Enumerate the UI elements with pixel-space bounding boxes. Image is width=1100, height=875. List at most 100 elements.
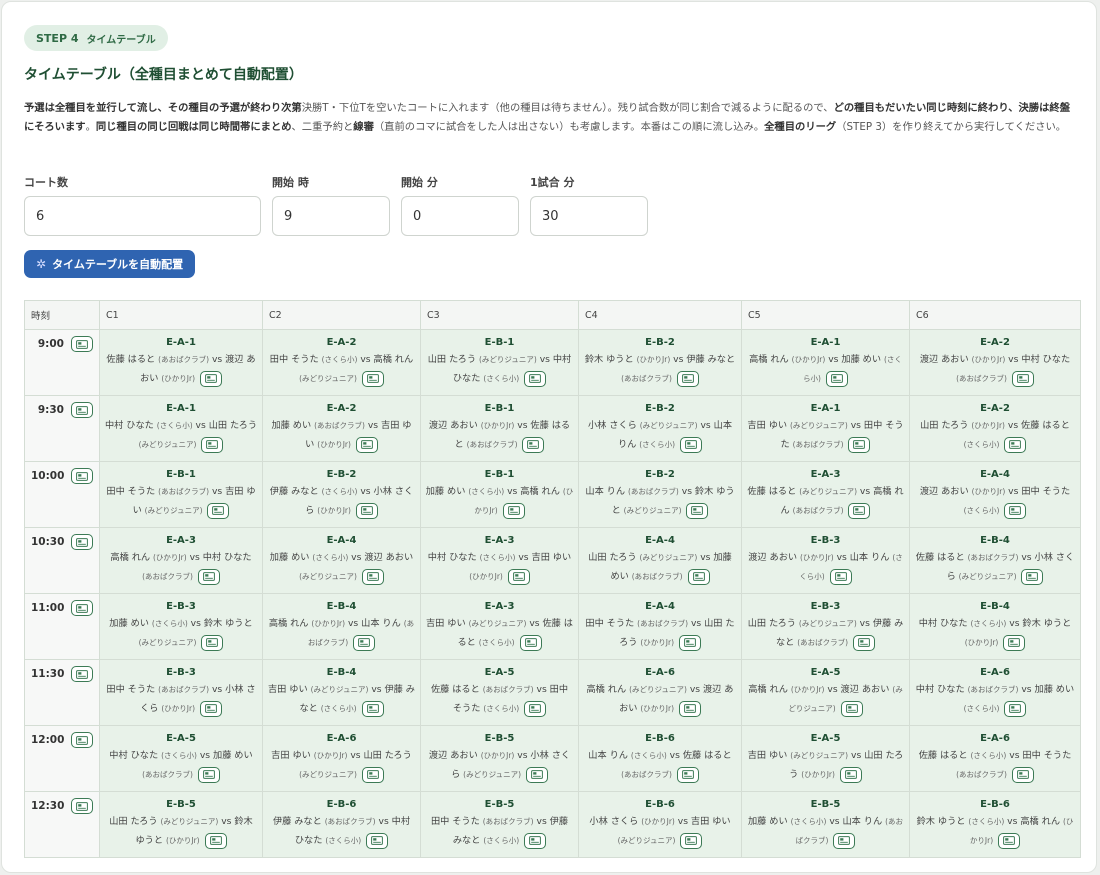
match-slot[interactable]: E-B-5 加藤 めい (さくら小) vs 山本 りん (あおばクラブ) xyxy=(741,791,910,858)
match-slot[interactable]: E-B-3 田中 そうた (あおばクラブ) vs 小林 さくら (ひかりJr) xyxy=(99,659,263,726)
time-slot-icon-button[interactable] xyxy=(71,798,93,814)
match-slot[interactable]: E-B-6 小林 さくら (ひかりJr) vs 吉田 ゆい (みどりジュニア) xyxy=(578,791,742,858)
match-card-icon-button[interactable] xyxy=(361,370,384,387)
match-slot[interactable]: E-A-5 中村 ひなた (さくら小) vs 加藤 めい (あおばクラブ) xyxy=(99,725,263,792)
match-slot[interactable]: E-B-3 渡辺 あおい (ひかりJr) vs 山本 りん (さくら小) xyxy=(741,527,910,594)
match-card-icon-button[interactable] xyxy=(680,832,703,849)
match-card-icon-button[interactable] xyxy=(502,502,525,519)
time-slot-icon-button[interactable] xyxy=(71,336,93,352)
time-slot-icon-button[interactable] xyxy=(71,600,93,616)
match-card-icon-button[interactable] xyxy=(833,832,856,849)
match-card-icon-button[interactable] xyxy=(853,634,876,651)
match-card-icon-button[interactable] xyxy=(686,502,709,519)
match-slot[interactable]: E-A-2 田中 そうた (さくら小) vs 高橋 れん (みどりジュニア) xyxy=(262,329,421,396)
match-slot[interactable]: E-A-2 加藤 めい (あおばクラブ) vs 吉田 ゆい (ひかりJr) xyxy=(262,395,421,462)
match-slot[interactable]: E-B-3 加藤 めい (さくら小) vs 鈴木 ゆうと (みどりジュニア) xyxy=(99,593,263,660)
courts-input[interactable] xyxy=(24,196,261,236)
match-card-icon-button[interactable] xyxy=(1011,370,1034,387)
match-slot[interactable]: E-B-1 渡辺 あおい (ひかりJr) vs 佐藤 はると (あおばクラブ) xyxy=(420,395,579,462)
match-card-icon-button[interactable] xyxy=(197,568,220,585)
match-slot[interactable]: E-A-1 高橋 れん (ひかりJr) vs 加藤 めい (さくら小) xyxy=(741,329,910,396)
match-slot[interactable]: E-B-1 加藤 めい (さくら小) vs 高橋 れん (ひかりJr) xyxy=(420,461,579,528)
match-slot[interactable]: E-B-3 山田 たろう (みどりジュニア) vs 伊藤 みなと (あおばクラブ) xyxy=(741,593,910,660)
match-card-icon-button[interactable] xyxy=(201,436,224,453)
match-slot[interactable]: E-A-5 吉田 ゆい (みどりジュニア) vs 山田 たろう (ひかりJr) xyxy=(741,725,910,792)
match-slot[interactable]: E-B-4 高橋 れん (ひかりJr) vs 山本 りん (あおばクラブ) xyxy=(262,593,421,660)
match-slot[interactable]: E-A-2 渡辺 あおい (ひかりJr) vs 中村 ひなた (あおばクラブ) xyxy=(909,329,1081,396)
match-slot[interactable]: E-B-6 伊藤 みなと (あおばクラブ) vs 中村 ひなた (さくら小) xyxy=(262,791,421,858)
match-card-icon-button[interactable] xyxy=(199,700,222,717)
match-card-icon-button[interactable] xyxy=(840,700,863,717)
match-card-icon-button[interactable] xyxy=(678,634,701,651)
match-slot[interactable]: E-A-4 渡辺 あおい (ひかりJr) vs 田中 そうた (さくら小) xyxy=(909,461,1081,528)
match-slot[interactable]: E-B-4 中村 ひなた (さくら小) vs 鈴木 ゆうと (ひかりJr) xyxy=(909,593,1081,660)
match-card-icon-button[interactable] xyxy=(207,502,230,519)
match-slot[interactable]: E-A-6 中村 ひなた (あおばクラブ) vs 加藤 めい (さくら小) xyxy=(909,659,1081,726)
match-card-icon-button[interactable] xyxy=(201,634,224,651)
match-slot[interactable]: E-B-2 山本 りん (あおばクラブ) vs 鈴木 ゆうと (みどりジュニア) xyxy=(578,461,742,528)
match-card-icon-button[interactable] xyxy=(361,766,384,783)
time-slot-icon-button[interactable] xyxy=(71,732,93,748)
match-slot[interactable]: E-B-2 鈴木 ゆうと (ひかりJr) vs 伊藤 みなと (あおばクラブ) xyxy=(578,329,742,396)
time-slot-icon-button[interactable] xyxy=(71,468,93,484)
match-slot[interactable]: E-A-3 吉田 ゆい (みどりジュニア) vs 佐藤 はると (さくら小) xyxy=(420,593,579,660)
match-slot[interactable]: E-A-1 吉田 ゆい (みどりジュニア) vs 田中 そうた (あおばクラブ) xyxy=(741,395,910,462)
match-slot[interactable]: E-A-5 佐藤 はると (あおばクラブ) vs 田中 そうた (さくら小) xyxy=(420,659,579,726)
match-card-icon-button[interactable] xyxy=(1011,766,1034,783)
match-slot[interactable]: E-A-4 山田 たろう (みどりジュニア) vs 加藤 めい (あおばクラブ) xyxy=(578,527,742,594)
match-slot[interactable]: E-A-6 佐藤 はると (さくら小) vs 田中 そうた (あおばクラブ) xyxy=(909,725,1081,792)
match-card-icon-button[interactable] xyxy=(1004,502,1027,519)
match-card-icon-button[interactable] xyxy=(524,832,547,849)
match-slot[interactable]: E-A-3 佐藤 はると (みどりジュニア) vs 高橋 れん (あおばクラブ) xyxy=(741,461,910,528)
match-slot[interactable]: E-B-1 田中 そうた (あおばクラブ) vs 吉田 ゆい (みどりジュニア) xyxy=(99,461,263,528)
time-slot-icon-button[interactable] xyxy=(71,534,93,550)
match-card-icon-button[interactable] xyxy=(825,370,848,387)
match-slot[interactable]: E-B-1 山田 たろう (みどりジュニア) vs 中村 ひなた (さくら小) xyxy=(420,329,579,396)
match-slot[interactable]: E-A-1 佐藤 はると (あおばクラブ) vs 渡辺 あおい (ひかりJr) xyxy=(99,329,263,396)
match-card-icon-button[interactable] xyxy=(355,436,378,453)
match-slot[interactable]: E-B-2 伊藤 みなと (さくら小) vs 小林 さくら (ひかりJr) xyxy=(262,461,421,528)
match-card-icon-button[interactable] xyxy=(204,832,227,849)
match-card-icon-button[interactable] xyxy=(998,832,1021,849)
match-card-icon-button[interactable] xyxy=(680,436,703,453)
match-card-icon-button[interactable] xyxy=(519,634,542,651)
match-card-icon-button[interactable] xyxy=(1004,700,1027,717)
match-card-icon-button[interactable] xyxy=(676,766,699,783)
match-card-icon-button[interactable] xyxy=(366,832,389,849)
match-card-icon-button[interactable] xyxy=(507,568,530,585)
match-card-icon-button[interactable] xyxy=(524,700,547,717)
match-card-icon-button[interactable] xyxy=(355,502,378,519)
match-slot[interactable]: E-B-5 田中 そうた (あおばクラブ) vs 伊藤 みなと (さくら小) xyxy=(420,791,579,858)
match-card-icon-button[interactable] xyxy=(687,568,710,585)
match-slot[interactable]: E-A-6 高橋 れん (みどりジュニア) vs 渡辺 あおい (ひかりJr) xyxy=(578,659,742,726)
match-slot[interactable]: E-A-4 加藤 めい (さくら小) vs 渡辺 あおい (みどりジュニア) xyxy=(262,527,421,594)
match-card-icon-button[interactable] xyxy=(1003,634,1026,651)
start-minute-input[interactable] xyxy=(401,196,519,236)
match-slot[interactable]: E-A-2 山田 たろう (ひかりJr) vs 佐藤 はると (さくら小) xyxy=(909,395,1081,462)
time-slot-icon-button[interactable] xyxy=(71,666,93,682)
match-card-icon-button[interactable] xyxy=(678,700,701,717)
match-slot[interactable]: E-A-6 吉田 ゆい (ひかりJr) vs 山田 たろう (みどりジュニア) xyxy=(262,725,421,792)
start-hour-input[interactable] xyxy=(272,196,390,236)
match-card-icon-button[interactable] xyxy=(848,436,871,453)
match-minutes-input[interactable] xyxy=(530,196,648,236)
match-card-icon-button[interactable] xyxy=(525,766,548,783)
match-slot[interactable]: E-B-5 山田 たろう (みどりジュニア) vs 鈴木 ゆうと (ひかりJr) xyxy=(99,791,263,858)
time-slot-icon-button[interactable] xyxy=(71,402,93,418)
match-slot[interactable]: E-B-4 佐藤 はると (あおばクラブ) vs 小林 さくら (みどりジュニア) xyxy=(909,527,1081,594)
match-card-icon-button[interactable] xyxy=(361,568,384,585)
match-card-icon-button[interactable] xyxy=(839,766,862,783)
match-card-icon-button[interactable] xyxy=(1004,436,1027,453)
auto-schedule-button[interactable]: ✲ タイムテーブルを自動配置 xyxy=(24,250,196,278)
match-card-icon-button[interactable] xyxy=(524,370,547,387)
match-card-icon-button[interactable] xyxy=(353,634,376,651)
match-card-icon-button[interactable] xyxy=(848,502,871,519)
match-slot[interactable]: E-A-1 中村 ひなた (さくら小) vs 山田 たろう (みどりジュニア) xyxy=(99,395,263,462)
match-slot[interactable]: E-B-6 鈴木 ゆうと (さくら小) vs 高橋 れん (ひかりJr) xyxy=(909,791,1081,858)
match-slot[interactable]: E-B-2 小林 さくら (みどりジュニア) vs 山本 りん (さくら小) xyxy=(578,395,742,462)
match-slot[interactable]: E-A-3 中村 ひなた (さくら小) vs 吉田 ゆい (ひかりJr) xyxy=(420,527,579,594)
match-card-icon-button[interactable] xyxy=(1021,568,1044,585)
match-card-icon-button[interactable] xyxy=(522,436,545,453)
match-slot[interactable]: E-B-5 渡辺 あおい (ひかりJr) vs 小林 さくら (みどりジュニア) xyxy=(420,725,579,792)
match-card-icon-button[interactable] xyxy=(199,370,222,387)
